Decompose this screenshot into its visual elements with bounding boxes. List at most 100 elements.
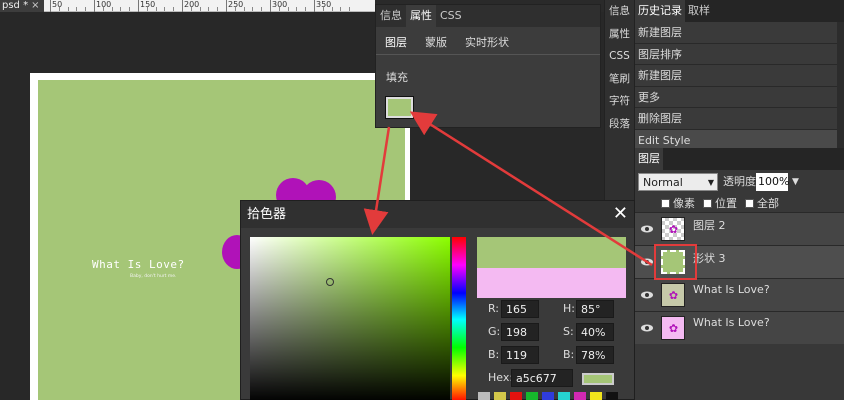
checkbox-icon[interactable]: [745, 198, 754, 208]
color-picker-header[interactable]: 拾色器 ✕: [241, 201, 634, 228]
lock-position-option[interactable]: 位置: [703, 195, 737, 211]
subtab-mask[interactable]: 蒙版: [425, 34, 447, 54]
saturation-value-field[interactable]: [250, 237, 450, 400]
lock-pixels-label: 像素: [673, 197, 695, 210]
b-input[interactable]: 119: [501, 346, 539, 364]
ruler-minor-tick: [234, 7, 236, 11]
layer-row[interactable]: ✿ What Is Love?: [635, 311, 844, 344]
tab-properties[interactable]: 属性: [406, 5, 436, 27]
side-item-character[interactable]: 字符: [605, 90, 634, 113]
layer-name: What Is Love?: [693, 316, 770, 329]
lock-all-label: 全部: [757, 197, 779, 210]
palette-swatch[interactable]: [526, 392, 538, 400]
palette-swatch[interactable]: [590, 392, 602, 400]
lock-all-option[interactable]: 全部: [745, 195, 779, 211]
checkbox-icon[interactable]: [703, 198, 712, 208]
r-input[interactable]: 165: [501, 300, 539, 318]
color-cursor[interactable]: [326, 278, 334, 286]
color-picker-title: 拾色器: [247, 207, 287, 222]
close-icon[interactable]: ✕: [613, 203, 628, 225]
history-item[interactable]: 图层排序: [635, 43, 837, 65]
visibility-eye-icon[interactable]: [640, 222, 654, 236]
h-input[interactable]: 85°: [576, 300, 614, 318]
layer-thumbnail: ✿: [661, 316, 685, 340]
ruler-tick: [182, 0, 183, 12]
side-item-css[interactable]: CSS: [605, 45, 634, 68]
ruler-tick: [226, 0, 227, 12]
g-input[interactable]: 198: [501, 323, 539, 341]
palette-swatch[interactable]: [574, 392, 586, 400]
ruler-minor-tick: [120, 7, 122, 11]
flower-icon: ✿: [668, 289, 679, 302]
document-tab[interactable]: psd * ×: [0, 0, 44, 12]
layer-name: 形状 3: [693, 252, 726, 265]
s-input[interactable]: 40%: [576, 323, 614, 341]
history-item[interactable]: 更多: [635, 86, 837, 108]
opacity-dropdown-icon[interactable]: ▼: [792, 173, 799, 191]
ruler-minor-tick: [164, 7, 166, 11]
ruler-minor-tick: [217, 7, 219, 11]
tab-css[interactable]: CSS: [436, 5, 466, 27]
color-picker-dialog: 拾色器 ✕ R: 165 G: 198 B: 119 H: 85° S: 40%…: [240, 200, 635, 400]
document-tab-close-icon[interactable]: ×: [31, 0, 39, 11]
ruler-minor-tick: [287, 7, 289, 11]
subtab-layer[interactable]: 图层: [385, 34, 407, 54]
history-item[interactable]: 新建图层: [635, 65, 837, 87]
palette-swatch[interactable]: [558, 392, 570, 400]
ruler-minor-tick: [85, 7, 87, 11]
ruler-minor-tick: [190, 7, 192, 11]
palette-swatch[interactable]: [478, 392, 490, 400]
fill-label: 填充: [386, 71, 408, 84]
blend-mode-value: Normal: [643, 176, 683, 189]
visibility-eye-icon[interactable]: [640, 255, 654, 269]
ruler-minor-tick: [349, 7, 351, 11]
ruler-minor-tick: [305, 7, 307, 11]
palette-swatch[interactable]: [510, 392, 522, 400]
canvas-title-text: What Is Love?: [92, 258, 185, 271]
palette-swatch[interactable]: [494, 392, 506, 400]
opacity-label: 透明度:: [723, 175, 760, 188]
fill-color-swatch[interactable]: [385, 96, 414, 119]
layer-row-selected[interactable]: 形状 3: [635, 245, 844, 278]
shape-layer-thumbnail: [661, 250, 685, 274]
palette-swatch[interactable]: [606, 392, 618, 400]
layer-thumbnail: ✿: [661, 217, 685, 241]
visibility-eye-icon[interactable]: [640, 321, 654, 335]
properties-panel: 信息 属性 CSS 图层 蒙版 实时形状 填充: [375, 4, 601, 128]
history-item[interactable]: 新建图层: [635, 22, 837, 44]
layer-row[interactable]: ✿ What Is Love?: [635, 278, 844, 311]
ruler-minor-tick: [278, 7, 280, 11]
layers-controls: Normal ▼ 透明度: 100% ▼: [635, 170, 844, 194]
blend-mode-select[interactable]: Normal ▼: [638, 173, 718, 191]
hue-slider[interactable]: [452, 237, 466, 400]
layer-row[interactable]: ✿ 图层 2: [635, 212, 844, 245]
ruler-minor-tick: [155, 7, 157, 11]
ruler-minor-tick: [331, 7, 333, 11]
tab-swatches[interactable]: 取样: [685, 0, 713, 22]
ruler-tick: [50, 0, 51, 12]
subtab-live-shape[interactable]: 实时形状: [465, 34, 509, 54]
flower-icon: ✿: [668, 223, 679, 236]
side-item-info[interactable]: 信息: [605, 0, 634, 23]
side-item-brush[interactable]: 笔刷: [605, 68, 634, 91]
lock-pixels-option[interactable]: 像素: [661, 195, 695, 211]
palette-swatch[interactable]: [542, 392, 554, 400]
layer-thumbnail: ✿: [661, 283, 685, 307]
side-item-paragraph[interactable]: 段落: [605, 113, 634, 136]
tab-layers[interactable]: 图层: [635, 148, 663, 170]
visibility-eye-icon[interactable]: [640, 288, 654, 302]
properties-tabs: 信息 属性 CSS: [376, 5, 600, 27]
flower-icon: ✿: [668, 322, 679, 335]
document-tab-label: psd *: [2, 0, 29, 11]
brightness-input[interactable]: 78%: [576, 346, 614, 364]
hex-input[interactable]: a5c677: [511, 369, 573, 387]
ruler-label: 50: [52, 0, 63, 9]
tab-info[interactable]: 信息: [376, 5, 406, 27]
tab-history[interactable]: 历史记录: [635, 0, 685, 22]
chevron-down-icon: ▼: [707, 178, 714, 187]
opacity-input[interactable]: 100%: [756, 173, 789, 191]
checkbox-icon[interactable]: [661, 198, 670, 208]
properties-subtabs: 图层 蒙版 实时形状: [376, 27, 600, 55]
side-item-properties[interactable]: 属性: [605, 23, 634, 46]
history-item[interactable]: 删除图层: [635, 108, 837, 130]
